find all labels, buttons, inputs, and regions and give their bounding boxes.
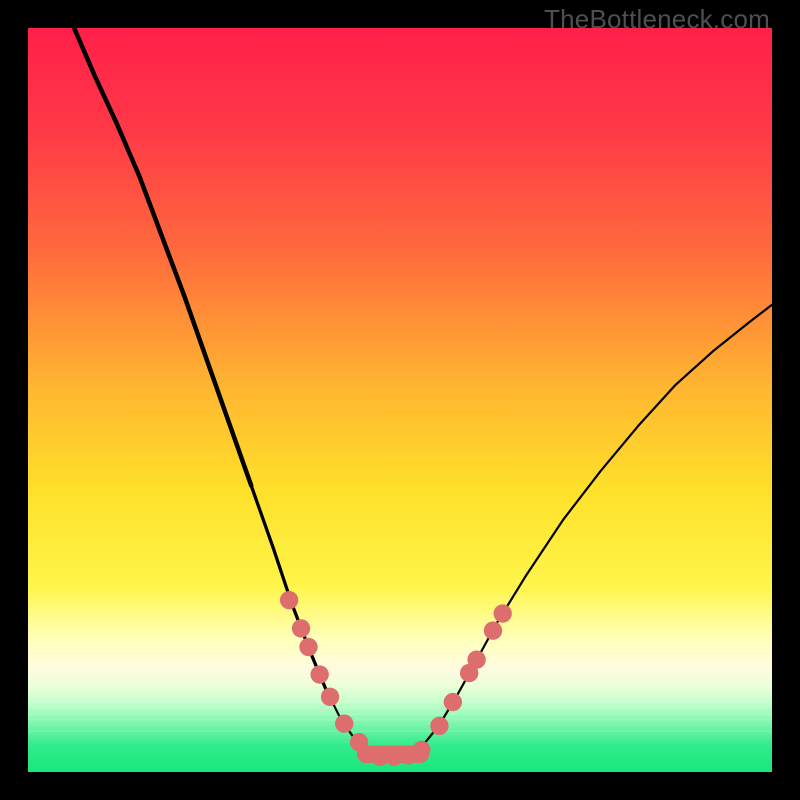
watermark-text: TheBottleneck.com [544, 4, 770, 35]
outer-frame: TheBottleneck.com [0, 0, 800, 800]
chart-svg [28, 28, 772, 772]
plot-area [28, 28, 772, 772]
